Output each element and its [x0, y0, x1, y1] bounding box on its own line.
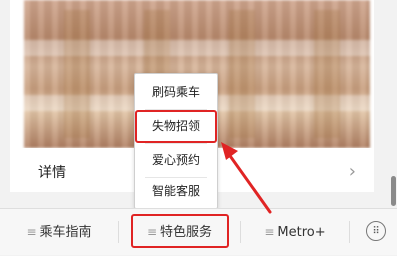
annotation-arrow: [221, 142, 272, 214]
